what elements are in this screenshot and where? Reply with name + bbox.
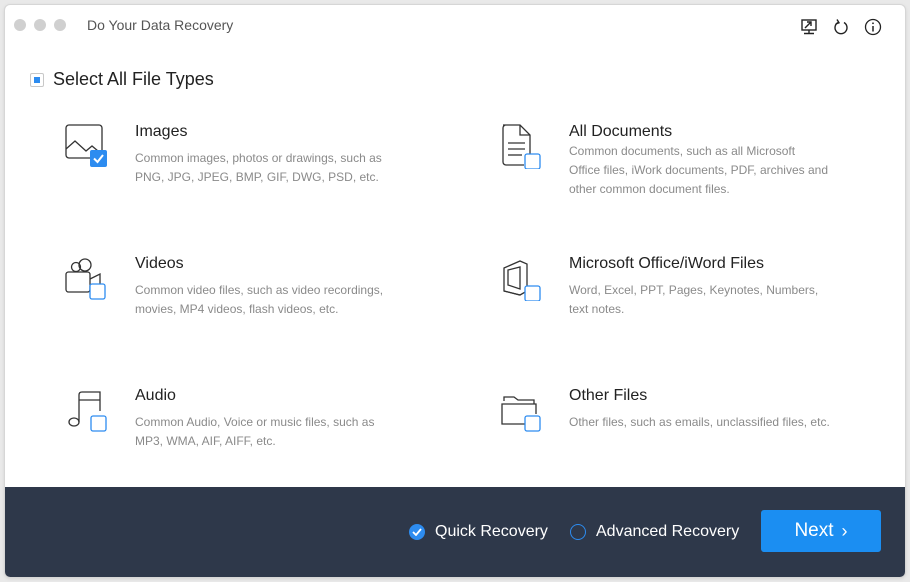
folder-icon <box>494 387 544 433</box>
file-type-description: Common video files, such as video record… <box>135 283 384 316</box>
quick-recovery-label: Quick Recovery <box>435 523 548 540</box>
quick-recovery-radio[interactable]: Quick Recovery <box>409 523 548 541</box>
file-type-name: Audio <box>135 387 176 404</box>
file-type-description: Common images, photos or drawings, such … <box>135 151 382 184</box>
video-camera-icon <box>60 255 110 301</box>
select-all-label: Select All File Types <box>53 69 214 89</box>
radio-unchecked-icon[interactable] <box>570 524 586 540</box>
music-note-icon <box>60 387 110 433</box>
screen-share-icon[interactable] <box>799 17 819 37</box>
refresh-icon[interactable] <box>831 17 851 37</box>
radio-checked-icon[interactable] <box>409 524 425 540</box>
file-type-name: Images <box>135 123 188 140</box>
next-button-label: Next <box>794 520 834 541</box>
file-type-name: Other Files <box>569 387 648 404</box>
window-title: Do Your Data Recovery <box>87 17 234 33</box>
app-window: Do Your Data Recovery Select All File Ty… <box>5 5 905 577</box>
maximize-window-button[interactable] <box>54 19 66 31</box>
advanced-recovery-label: Advanced Recovery <box>596 523 740 540</box>
office-icon <box>494 255 544 302</box>
title-bar: Do Your Data Recovery <box>5 5 905 45</box>
advanced-recovery-radio[interactable]: Advanced Recovery <box>570 523 739 541</box>
footer-bar: Quick Recovery Advanced Recovery Next › <box>5 487 905 577</box>
file-type-name: Videos <box>135 255 184 272</box>
file-type-description: Common documents, such as all Microsoft … <box>569 144 828 196</box>
info-icon[interactable] <box>863 17 883 37</box>
minimize-window-button[interactable] <box>34 19 46 31</box>
file-type-name: All Documents <box>569 123 673 140</box>
file-type-description: Other files, such as emails, unclassifie… <box>569 415 830 429</box>
file-type-description: Common Audio, Voice or music files, such… <box>135 415 375 448</box>
document-icon <box>494 123 544 170</box>
file-type-description: Word, Excel, PPT, Pages, Keynotes, Numbe… <box>569 283 819 316</box>
next-button[interactable]: Next › <box>761 510 881 552</box>
image-icon <box>60 123 110 169</box>
select-all-checkbox[interactable]: Select All File Types <box>30 69 214 90</box>
close-window-button[interactable] <box>14 19 26 31</box>
chevron-right-icon: › <box>841 520 848 541</box>
select-all-box[interactable] <box>30 72 44 87</box>
file-type-name: Microsoft Office/iWord Files <box>569 255 765 272</box>
